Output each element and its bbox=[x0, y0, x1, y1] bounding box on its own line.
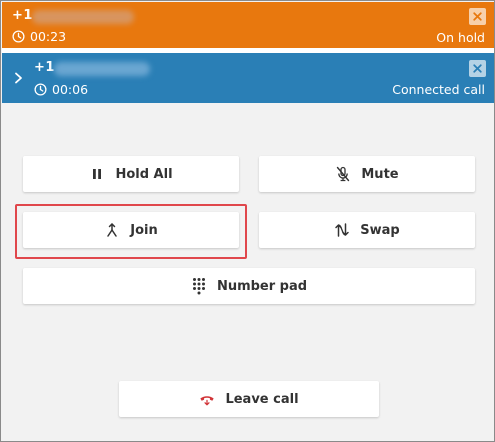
redacted-number bbox=[54, 62, 150, 76]
close-icon bbox=[472, 63, 483, 74]
call-timer: 00:06 bbox=[34, 82, 88, 97]
caller-number: +1 bbox=[12, 8, 33, 23]
mute-label: Mute bbox=[361, 166, 399, 182]
redacted-number bbox=[32, 10, 134, 24]
join-highlight-box bbox=[15, 204, 247, 259]
hold-all-label: Hold All bbox=[115, 166, 173, 182]
on-hold-call-bar[interactable]: +1 00:23 On hold bbox=[2, 2, 494, 48]
clock-icon bbox=[12, 30, 25, 43]
call-timer: 00:23 bbox=[12, 29, 66, 44]
call-status: Connected call bbox=[392, 82, 485, 97]
pause-icon bbox=[89, 166, 105, 182]
call-timer-text: 00:06 bbox=[52, 82, 89, 97]
mute-button[interactable]: Mute bbox=[259, 156, 475, 192]
leave-call-label: Leave call bbox=[225, 391, 299, 407]
number-pad-label: Number pad bbox=[216, 278, 308, 294]
microphone-off-icon bbox=[335, 166, 351, 182]
call-timer-text: 00:23 bbox=[30, 29, 67, 44]
swap-label: Swap bbox=[360, 222, 400, 238]
swap-button[interactable]: Swap bbox=[259, 212, 475, 248]
chevron-right-icon[interactable] bbox=[14, 69, 23, 88]
caller-number: +1 bbox=[34, 60, 55, 75]
swap-icon bbox=[334, 222, 350, 238]
hangup-phone-icon bbox=[199, 391, 215, 407]
call-status: On hold bbox=[436, 30, 485, 45]
leave-call-button[interactable]: Leave call bbox=[119, 381, 379, 417]
clock-icon bbox=[34, 83, 47, 96]
hold-all-button[interactable]: Hold All bbox=[23, 156, 239, 192]
close-button[interactable] bbox=[469, 60, 486, 77]
dialpad-icon bbox=[191, 278, 207, 295]
connected-call-bar[interactable]: +1 00:06 Connected call bbox=[2, 53, 494, 103]
call-control-panel: +1 00:23 On hold +1 00:06 Connected call… bbox=[0, 0, 495, 442]
number-pad-button[interactable]: Number pad bbox=[23, 268, 475, 304]
close-icon bbox=[472, 11, 483, 22]
close-button[interactable] bbox=[469, 8, 486, 25]
